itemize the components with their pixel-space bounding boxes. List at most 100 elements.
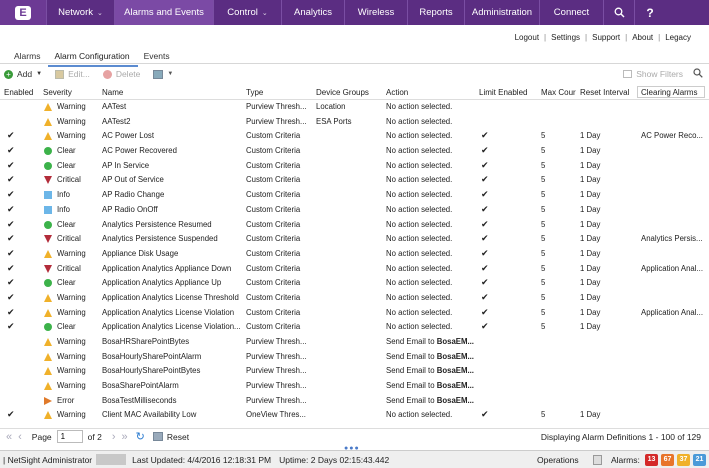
limit-enabled-check: ✔ bbox=[481, 321, 489, 332]
nav-wireless[interactable]: Wireless bbox=[344, 0, 407, 25]
prev-page-icon[interactable]: ‹ bbox=[18, 431, 22, 443]
tab-alarm-configuration[interactable]: Alarm Configuration bbox=[48, 49, 138, 67]
link-about[interactable]: About bbox=[632, 33, 653, 42]
col-device-groups[interactable]: Device Groups bbox=[316, 88, 369, 97]
nav-administration[interactable]: Administration bbox=[464, 0, 539, 25]
col-clearing-alarms[interactable]: Clearing Alarms bbox=[637, 86, 705, 98]
delete-button[interactable]: Delete bbox=[102, 69, 140, 79]
grid-icon bbox=[153, 69, 164, 79]
nav-connect[interactable]: Connect bbox=[539, 0, 603, 25]
alarm-type: Purview Thresh... bbox=[246, 366, 307, 376]
refresh-icon[interactable]: ↻ bbox=[136, 430, 145, 443]
nav-alarms-and-events[interactable]: Alarms and Events bbox=[114, 0, 213, 25]
page-input[interactable] bbox=[56, 430, 83, 443]
action-text: No action selected. bbox=[386, 234, 453, 244]
col-enabled[interactable]: Enabled bbox=[4, 88, 33, 97]
link-legacy[interactable]: Legacy bbox=[665, 33, 691, 42]
search-icon[interactable] bbox=[603, 0, 634, 25]
alarm-count-badge[interactable]: 21 bbox=[693, 454, 706, 466]
col-type[interactable]: Type bbox=[246, 88, 263, 97]
limit-enabled-check: ✔ bbox=[481, 189, 489, 200]
table-row[interactable]: ✔ Clear AC Power Recovered Custom Criteria ✔… bbox=[0, 144, 709, 159]
table-row[interactable]: ✔ Critical AP Out of Service Custom Criteri… bbox=[0, 173, 709, 188]
table-row[interactable]: ✔ Clear AP In Service Custom Criteria ✔ 5 1 Da… bbox=[0, 159, 709, 174]
table-row[interactable]: ✔ Critical Application Analytics Appliance… bbox=[0, 262, 709, 277]
tab-events[interactable]: Events bbox=[138, 49, 178, 67]
table-row[interactable]: ✔ Info AP Radio OnOff Custom Criteria ✔ 5 1 Da… bbox=[0, 203, 709, 218]
table-row[interactable]: ✔ Warning Application Analytics License Th… bbox=[0, 291, 709, 306]
help-button[interactable]: ? bbox=[634, 0, 665, 25]
table-row[interactable]: Error BosaTestMilliseconds Purview Thresh.… bbox=[0, 394, 709, 409]
warning-icon bbox=[44, 367, 52, 376]
critical-icon bbox=[44, 235, 52, 244]
reset-button[interactable]: Reset bbox=[167, 432, 189, 442]
alarm-name: AATest2 bbox=[102, 116, 131, 126]
alarm-definitions-grid: Warning AATest Purview Thresh... Location No… bbox=[0, 100, 709, 423]
table-row[interactable]: Warning AATest Purview Thresh... Location No… bbox=[0, 100, 709, 115]
operations-link[interactable]: Operations bbox=[537, 455, 579, 465]
nav-network[interactable]: Network ⌄ bbox=[46, 0, 114, 25]
action: No action selected. bbox=[386, 190, 452, 199]
table-row[interactable]: Warning AATest2 Purview Thresh... ESA Ports… bbox=[0, 115, 709, 130]
add-button[interactable]: + Add ▼ bbox=[4, 69, 42, 79]
limit-enabled-check: ✔ bbox=[481, 218, 489, 229]
table-row[interactable]: ✔ Clear Application Analytics Appliance Up… bbox=[0, 276, 709, 291]
action-text: No action selected. bbox=[386, 263, 453, 273]
table-row[interactable]: ✔ Clear Analytics Persistence Resumed Custo… bbox=[0, 218, 709, 233]
status-bar: | NetSight Administrator Last Updated: 4… bbox=[0, 450, 709, 468]
nav-control[interactable]: Control ⌄ bbox=[213, 0, 281, 25]
nav-analytics[interactable]: Analytics bbox=[281, 0, 344, 25]
table-row[interactable]: ✔ Clear Application Analytics License Viol… bbox=[0, 320, 709, 335]
col-action[interactable]: Action bbox=[386, 88, 408, 97]
nav-reports[interactable]: Reports bbox=[407, 0, 464, 25]
table-row[interactable]: ✔ Critical Analytics Persistence Suspended… bbox=[0, 232, 709, 247]
masked-server bbox=[96, 454, 127, 465]
table-row[interactable]: Warning BosaHourlySharePointBytes Purview … bbox=[0, 364, 709, 379]
table-row[interactable]: ✔ Warning AC Power Lost Custom Criteria ✔ 5 1 … bbox=[0, 129, 709, 144]
alarm-count-badge[interactable]: 37 bbox=[677, 454, 690, 466]
alarm-type: Purview Thresh... bbox=[246, 102, 307, 111]
tab-bar: Alarms Alarm Configuration Events bbox=[8, 49, 178, 67]
search-icon[interactable] bbox=[693, 67, 703, 81]
limit-enabled-check: ✔ bbox=[481, 159, 489, 170]
logo[interactable]: E bbox=[0, 0, 46, 25]
last-page-icon[interactable]: » bbox=[122, 431, 128, 443]
action-text: No action selected. bbox=[386, 278, 453, 288]
reset-interval: 1 Day bbox=[580, 234, 601, 244]
alarms-label: Alarms: bbox=[611, 455, 640, 465]
clear-icon bbox=[44, 220, 52, 229]
link-logout[interactable]: Logout bbox=[515, 33, 539, 42]
alarm-count-badge[interactable]: 13 bbox=[645, 454, 658, 466]
table-row[interactable]: ✔ Warning Application Analytics License Vi… bbox=[0, 306, 709, 321]
link-support[interactable]: Support bbox=[592, 33, 620, 42]
grid-options-button[interactable]: ▼ bbox=[153, 69, 173, 79]
info-icon bbox=[44, 191, 52, 200]
show-filters-button[interactable]: Show Filters bbox=[623, 69, 683, 79]
reset-icon[interactable] bbox=[152, 432, 163, 441]
severity-text: Warning bbox=[57, 248, 86, 258]
link-settings[interactable]: Settings bbox=[551, 33, 580, 42]
col-limit-enabled[interactable]: Limit Enabled bbox=[479, 88, 527, 97]
table-row[interactable]: ✔ Warning Appliance Disk Usage Custom Crite… bbox=[0, 247, 709, 262]
table-row[interactable]: Warning BosaHRSharePointBytes Purview Thre… bbox=[0, 335, 709, 350]
action: No action selected. bbox=[386, 131, 452, 140]
tab-alarms[interactable]: Alarms bbox=[8, 49, 48, 67]
table-row[interactable]: Warning BosaSharePointAlarm Purview Thresh… bbox=[0, 379, 709, 394]
col-reset-interval[interactable]: Reset Interval bbox=[580, 88, 629, 97]
enabled-check: ✔ bbox=[7, 203, 15, 214]
error-icon bbox=[44, 396, 52, 405]
operations-icon[interactable] bbox=[593, 455, 602, 465]
next-page-icon[interactable]: › bbox=[112, 431, 116, 443]
col-max-count[interactable]: Max Cour bbox=[541, 88, 576, 97]
max-count: 5 bbox=[541, 131, 546, 141]
col-severity[interactable]: Severity bbox=[43, 88, 72, 97]
col-name[interactable]: Name bbox=[102, 88, 123, 97]
severity-text: Warning bbox=[57, 381, 86, 391]
table-row[interactable]: ✔ Warning Client MAC Availability Low OneVi… bbox=[0, 408, 709, 423]
alarm-type: Purview Thresh... bbox=[246, 116, 307, 126]
alarm-count-badge[interactable]: 67 bbox=[661, 454, 674, 466]
edit-button[interactable]: Edit... bbox=[55, 69, 90, 79]
table-row[interactable]: ✔ Info AP Radio Change Custom Criteria ✔ 5 1 D… bbox=[0, 188, 709, 203]
table-row[interactable]: Warning BosaHourlySharePointAlarm Purview … bbox=[0, 350, 709, 365]
first-page-icon[interactable]: « bbox=[6, 431, 12, 443]
